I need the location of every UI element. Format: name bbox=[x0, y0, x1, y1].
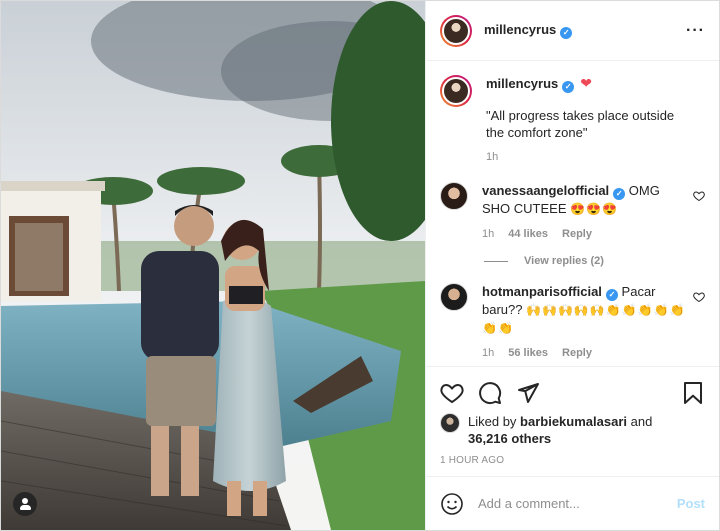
view-replies-button[interactable]: View replies (2) bbox=[484, 255, 705, 267]
likes-count[interactable]: 36,216 others bbox=[468, 431, 551, 446]
photo-illustration bbox=[1, 1, 425, 530]
bookmark-icon[interactable] bbox=[681, 381, 705, 405]
commenter-username[interactable]: vanessaangelofficial ✓ bbox=[482, 183, 626, 200]
caption-text: "All progress takes place outside the co… bbox=[486, 108, 675, 140]
verified-badge-icon: ✓ bbox=[562, 81, 575, 93]
post-side-panel: millencyrus ✓ ··· millencyrus ✓ ❤ "All prog… bbox=[425, 1, 719, 530]
comment-input[interactable] bbox=[478, 496, 677, 511]
comment-icon[interactable] bbox=[478, 381, 502, 405]
post-photo[interactable] bbox=[1, 1, 425, 530]
comment-like-heart-icon[interactable] bbox=[693, 291, 705, 303]
caption-row: millencyrus ✓ ❤ "All progress takes place … bbox=[440, 75, 705, 166]
liked-by: Liked by barbiekumalasari and 36,216 oth… bbox=[440, 413, 705, 447]
post-header: millencyrus ✓ ··· bbox=[426, 1, 719, 61]
comment-row: hotmanparisofficial ✓ Pacar baru?? 🙌🙌🙌🙌🙌👏… bbox=[440, 283, 705, 362]
post-timestamp[interactable]: 1 HOUR AGO bbox=[440, 455, 705, 466]
comment-likes[interactable]: 44 likes bbox=[508, 226, 548, 243]
caption-time[interactable]: 1h bbox=[486, 149, 498, 166]
more-options-icon[interactable]: ··· bbox=[686, 22, 705, 40]
verified-badge-icon: ✓ bbox=[605, 289, 618, 301]
heart-icon[interactable] bbox=[440, 381, 464, 405]
user-tag-icon[interactable] bbox=[13, 492, 37, 516]
comment-likes[interactable]: 56 likes bbox=[508, 345, 548, 362]
comments-list: millencyrus ✓ ❤ "All progress takes place … bbox=[426, 61, 719, 366]
commenter-username[interactable]: hotmanparisofficial ✓ bbox=[482, 284, 618, 301]
comment-like-heart-icon[interactable] bbox=[693, 190, 705, 202]
comment-row: vanessaangelofficial ✓ OMG SHO CUTEEE 😍😍😍… bbox=[440, 182, 705, 243]
author-username[interactable]: millencyrus ✓ bbox=[484, 22, 573, 39]
verified-badge-icon: ✓ bbox=[560, 27, 573, 39]
post-actions: Liked by barbiekumalasari and 36,216 oth… bbox=[426, 366, 719, 476]
liked-by-and: and bbox=[630, 414, 653, 429]
reply-button[interactable]: Reply bbox=[562, 345, 592, 362]
commenter-avatar[interactable] bbox=[440, 283, 468, 311]
reply-button[interactable]: Reply bbox=[562, 226, 592, 243]
comment-time[interactable]: 1h bbox=[482, 345, 494, 362]
commenter-avatar[interactable] bbox=[440, 182, 468, 210]
add-comment-bar: Post bbox=[426, 476, 719, 530]
caption-username[interactable]: millencyrus ✓ bbox=[486, 76, 575, 93]
smiley-icon[interactable] bbox=[440, 492, 464, 516]
caption-avatar[interactable] bbox=[440, 75, 472, 107]
instagram-post-dialog: millencyrus ✓ ··· millencyrus ✓ ❤ "All prog… bbox=[0, 0, 720, 531]
red-heart-emoji-icon: ❤ bbox=[580, 75, 592, 91]
comment-emoji: 😍😍😍 bbox=[570, 202, 618, 216]
liker-avatar[interactable] bbox=[440, 413, 460, 433]
verified-badge-icon: ✓ bbox=[613, 188, 626, 200]
author-avatar[interactable] bbox=[440, 14, 472, 47]
liked-by-label: Liked by bbox=[468, 414, 517, 429]
post-comment-button[interactable]: Post bbox=[677, 496, 705, 511]
comment-time[interactable]: 1h bbox=[482, 226, 494, 243]
paper-plane-icon[interactable] bbox=[516, 381, 540, 405]
liker-username[interactable]: barbiekumalasari bbox=[520, 414, 627, 429]
